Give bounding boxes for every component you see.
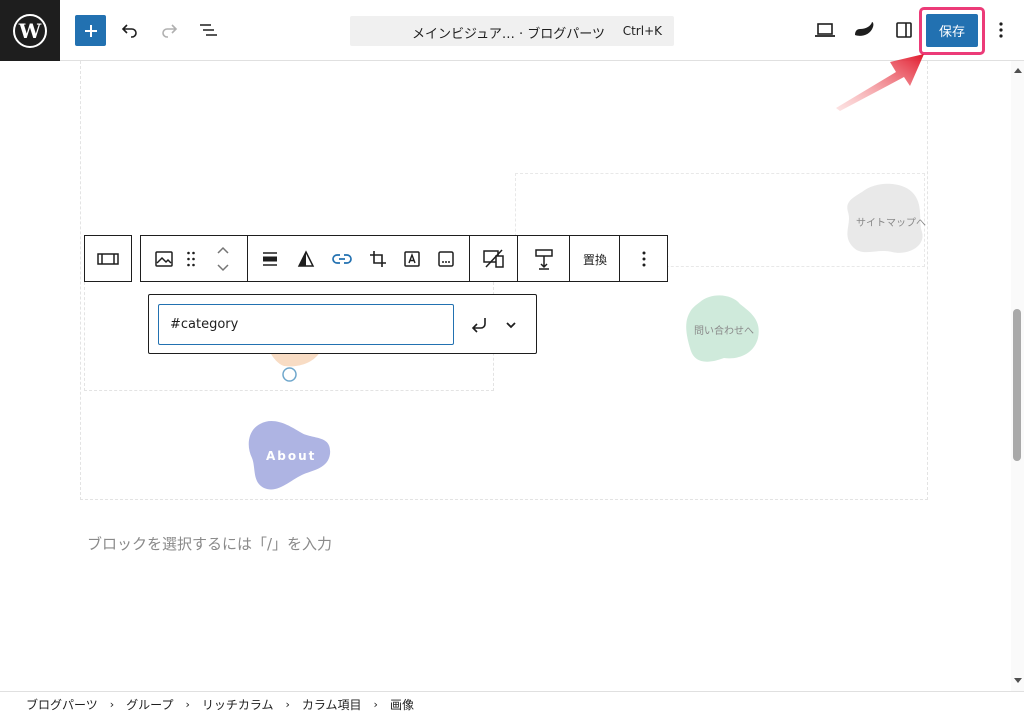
laptop-icon	[815, 23, 835, 37]
breadcrumb-item-group[interactable]: グループ	[126, 696, 173, 713]
link-settings-toggle[interactable]	[499, 312, 523, 338]
chevron-right-icon: ›	[185, 698, 190, 711]
drag-handle[interactable]	[181, 246, 201, 272]
breadcrumb-item-blog-parts[interactable]: ブログパーツ	[26, 696, 98, 713]
text-over-image-icon	[404, 251, 420, 267]
duotone-filter-icon	[297, 250, 315, 267]
link-popover	[148, 294, 537, 354]
leaf-logo-icon	[855, 22, 874, 36]
annotation-arrow-icon	[836, 54, 924, 111]
align-button[interactable]	[257, 246, 283, 272]
breadcrumb-item-rich-columns[interactable]: リッチカラム	[202, 696, 274, 713]
device-hide-icon	[483, 249, 504, 268]
image-block-toolbar: 置換	[140, 235, 668, 282]
document-overview-button[interactable]	[192, 14, 224, 46]
sitemap-link-label[interactable]: サイトマップへ	[856, 214, 926, 229]
undo-button[interactable]	[114, 14, 146, 46]
breadcrumb-item-column[interactable]: カラム項目	[302, 696, 362, 713]
select-parent-button[interactable]	[95, 246, 121, 272]
command-palette-bar[interactable]: メインビジュア… · ブログパーツ Ctrl+K	[350, 16, 674, 46]
drag-dots-icon	[187, 251, 195, 267]
text-overlay-button[interactable]	[399, 246, 425, 272]
columns-icon	[97, 253, 119, 265]
more-vertical-icon	[999, 22, 1003, 38]
device-visibility-button[interactable]	[481, 246, 507, 272]
more-vertical-icon	[642, 251, 646, 267]
block-breadcrumb: ブログパーツ › グループ › リッチカラム › カラム項目 › 画像	[0, 691, 1024, 717]
chevron-right-icon: ›	[373, 698, 378, 711]
redo-button[interactable]	[153, 14, 185, 46]
block-type-button[interactable]	[151, 246, 177, 272]
block-inserter-placeholder[interactable]: ブロックを選択するには「/」を入力	[87, 533, 332, 554]
link-submit-button[interactable]	[467, 312, 493, 338]
link-url-input[interactable]	[158, 304, 454, 345]
options-menu-button[interactable]	[985, 14, 1017, 46]
undo-icon	[121, 24, 137, 38]
save-highlight-annotation	[919, 7, 985, 55]
about-link-label[interactable]: About	[266, 449, 316, 463]
wordpress-logo-icon[interactable]: W	[0, 0, 60, 61]
caption-icon	[438, 251, 454, 267]
link-button[interactable]	[329, 246, 355, 272]
scroll-down-icon[interactable]	[1014, 678, 1022, 684]
chevron-down-icon	[506, 322, 516, 329]
contact-link-label[interactable]: 問い合わせへ	[694, 322, 754, 337]
vertical-spacing-icon	[535, 249, 553, 270]
crop-button[interactable]	[365, 246, 391, 272]
scroll-up-icon[interactable]	[1014, 67, 1022, 73]
image-resize-handle[interactable]	[281, 366, 298, 383]
link-icon	[332, 254, 352, 264]
align-center-icon	[263, 252, 277, 266]
block-options-button[interactable]	[631, 246, 657, 272]
move-up-down-buttons[interactable]	[211, 242, 235, 276]
settings-sidebar-toggle[interactable]	[888, 14, 920, 46]
breadcrumb-item-image: 画像	[389, 698, 414, 712]
caption-button[interactable]	[433, 246, 459, 272]
document-title: メインビジュア… · ブログパーツ	[412, 27, 605, 42]
sidebar-icon	[896, 22, 912, 38]
chevron-right-icon: ›	[285, 698, 290, 711]
redo-icon	[162, 24, 178, 38]
image-fragment	[270, 352, 320, 367]
svg-text:W: W	[18, 19, 42, 43]
block-spacing-button[interactable]	[531, 246, 557, 272]
image-icon	[155, 251, 173, 267]
add-block-button[interactable]	[75, 15, 106, 46]
list-view-icon	[200, 24, 217, 36]
parent-block-group	[84, 235, 132, 282]
canvas-scrollbar[interactable]	[1011, 61, 1024, 691]
scroll-thumb[interactable]	[1013, 309, 1021, 461]
enter-return-icon	[471, 318, 486, 333]
command-shortcut: Ctrl+K	[622, 24, 662, 38]
duotone-button[interactable]	[293, 246, 319, 272]
replace-button[interactable]: 置換	[583, 251, 607, 268]
crop-icon	[370, 251, 386, 267]
plus-icon	[84, 24, 97, 37]
chevron-up-down-icon	[217, 246, 229, 272]
theme-plugin-button[interactable]	[848, 14, 880, 46]
preview-button[interactable]	[809, 14, 841, 46]
chevron-right-icon: ›	[109, 698, 115, 711]
